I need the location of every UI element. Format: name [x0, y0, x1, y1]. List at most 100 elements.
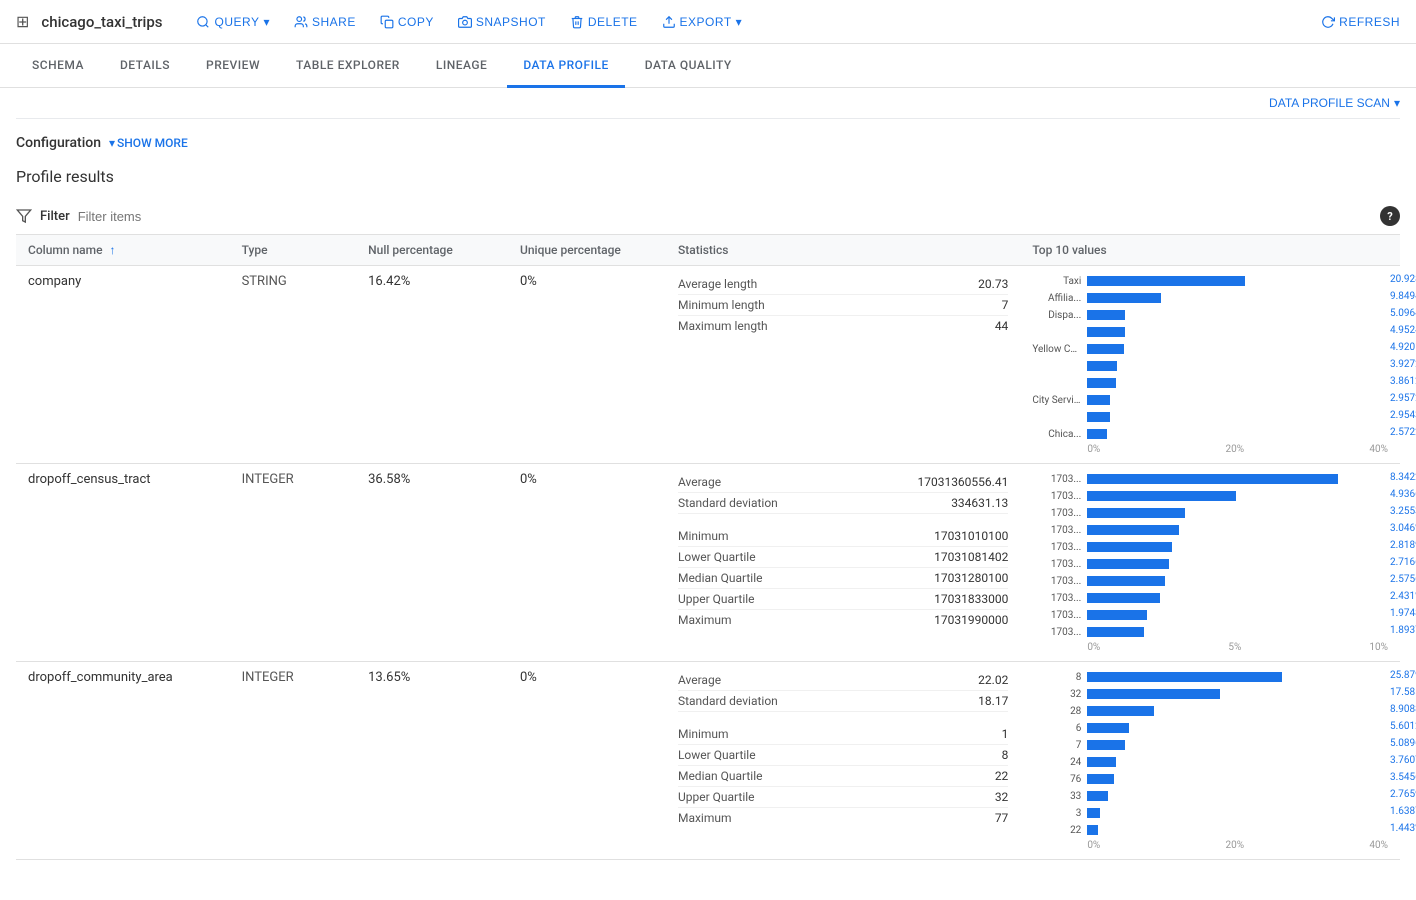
cell-type-company: STRING	[230, 266, 357, 464]
chart-bar-row: Affilia...9.8494%	[1032, 291, 1388, 305]
profile-results-title: Profile results	[16, 159, 1400, 198]
cell-unique-pct-dropoff_census_tract: 0%	[508, 464, 666, 662]
cell-column-name-dropoff_census_tract: dropoff_census_tract	[16, 464, 230, 662]
tab-data-quality[interactable]: DATA QUALITY	[629, 44, 748, 88]
chart-x-axis: 0%5%10%	[1032, 642, 1388, 653]
chart-bar-row: 1703...1.8937%	[1032, 625, 1388, 639]
export-dropdown-icon: ▾	[736, 15, 743, 29]
export-button[interactable]: EXPORT ▾	[652, 9, 753, 35]
filter-row: Filter ?	[16, 198, 1400, 235]
scan-row: DATA PROFILE SCAN ▾	[16, 88, 1400, 119]
cell-column-name-company: company	[16, 266, 230, 464]
stat-row: Median Quartile17031280100	[678, 568, 1008, 589]
cell-null-pct-dropoff_census_tract: 36.58%	[356, 464, 508, 662]
tab-data-profile[interactable]: DATA PROFILE	[507, 44, 624, 88]
bar-fill	[1087, 723, 1129, 733]
stat-row: Lower Quartile8	[678, 745, 1008, 766]
bar-chart: 825.8792%3217.585%288.9088%65.6012%75.08…	[1032, 670, 1388, 851]
bar-fill	[1087, 627, 1144, 637]
bar-fill	[1087, 491, 1236, 501]
bar-fill	[1087, 525, 1179, 535]
tab-lineage[interactable]: LINEAGE	[420, 44, 504, 88]
stat-row: Median Quartile22	[678, 766, 1008, 787]
data-table: Column name ↑ Type Null percentage Uniqu…	[16, 235, 1400, 860]
bar-fill	[1087, 672, 1282, 682]
stat-row: Upper Quartile32	[678, 787, 1008, 808]
chart-bar-row: 4.9524%	[1032, 325, 1388, 339]
nav-actions: QUERY ▾ SHARE COPY SNAPSHOT DELETE EXPOR…	[186, 9, 1313, 35]
tab-preview[interactable]: PREVIEW	[190, 44, 276, 88]
chart-bar-row: 825.8792%	[1032, 670, 1388, 684]
chart-bar-row: 3.9272%	[1032, 359, 1388, 373]
chart-bar-row: 1703...1.9748%	[1032, 608, 1388, 622]
cell-null-pct-dropoff_community_area: 13.65%	[356, 662, 508, 860]
cell-null-pct-company: 16.42%	[356, 266, 508, 464]
bar-fill	[1087, 757, 1115, 767]
bar-fill	[1087, 774, 1114, 784]
chart-bar-row: Yellow Cab4.9201%	[1032, 342, 1388, 356]
chart-bar-row: 288.9088%	[1032, 704, 1388, 718]
bar-fill	[1087, 542, 1172, 552]
top-nav: ⊞ chicago_taxi_trips QUERY ▾ SHARE COPY …	[0, 0, 1416, 44]
query-button[interactable]: QUERY ▾	[186, 9, 280, 35]
bar-fill	[1087, 378, 1116, 388]
chart-bar-row: 3217.585%	[1032, 687, 1388, 701]
stat-row: Minimum1	[678, 724, 1008, 745]
bar-fill	[1087, 293, 1161, 303]
bar-fill	[1087, 740, 1125, 750]
chart-bar-row: 1703...2.431%	[1032, 591, 1388, 605]
refresh-button[interactable]: REFRESH	[1321, 15, 1400, 29]
cell-column-name-dropoff_community_area: dropoff_community_area	[16, 662, 230, 860]
cell-stats-company: Average length20.73Minimum length7Maximu…	[666, 266, 1020, 464]
scan-dropdown-icon: ▾	[1394, 96, 1400, 110]
help-icon[interactable]: ?	[1380, 206, 1400, 226]
bar-fill	[1087, 576, 1165, 586]
chart-x-axis: 0%20%40%	[1032, 840, 1388, 851]
chart-bar-row: 65.6012%	[1032, 721, 1388, 735]
table-row: dropoff_census_tractINTEGER36.58%0%Avera…	[16, 464, 1400, 662]
cell-type-dropoff_census_tract: INTEGER	[230, 464, 357, 662]
bar-fill	[1087, 276, 1244, 286]
stat-row: Maximum length44	[678, 316, 1008, 336]
bar-fill	[1087, 825, 1098, 835]
filter-label: Filter	[40, 209, 70, 224]
configuration-section: Configuration ▾ SHOW MORE	[16, 119, 1400, 159]
stat-row: Average length20.73	[678, 274, 1008, 295]
chart-bar-row: 763.5456%	[1032, 772, 1388, 786]
stat-row: Lower Quartile17031081402	[678, 547, 1008, 568]
bar-chart: Taxi20.9281% Affilia...9.8494% Dispa...5.0…	[1032, 274, 1388, 455]
chart-bar-row: 1703...8.3422%	[1032, 472, 1388, 486]
table-icon: ⊞	[16, 12, 29, 31]
share-button[interactable]: SHARE	[284, 9, 366, 35]
bar-fill	[1087, 559, 1169, 569]
chart-bar-row: Dispa...5.0964%	[1032, 308, 1388, 322]
stat-row: Standard deviation18.17	[678, 691, 1008, 712]
show-more-button[interactable]: ▾ SHOW MORE	[109, 136, 188, 150]
tab-schema[interactable]: SCHEMA	[16, 44, 100, 88]
copy-button[interactable]: COPY	[370, 9, 444, 35]
cell-stats-dropoff_census_tract: Average17031360556.41Standard deviation3…	[666, 464, 1020, 662]
data-profile-scan-button[interactable]: DATA PROFILE SCAN ▾	[1269, 96, 1400, 110]
col-header-column-name[interactable]: Column name ↑	[16, 235, 230, 266]
snapshot-button[interactable]: SNAPSHOT	[448, 9, 556, 35]
tab-table-explorer[interactable]: TABLE EXPLORER	[280, 44, 416, 88]
chart-bar-row: 1703...4.9366%	[1032, 489, 1388, 503]
bar-fill	[1087, 361, 1116, 371]
chart-bar-row: 1703...2.5756%	[1032, 574, 1388, 588]
filter-input[interactable]	[78, 209, 1372, 224]
cell-top10-dropoff_community_area: 825.8792%3217.585%288.9088%65.6012%75.08…	[1020, 662, 1400, 860]
chart-x-axis: 0%20%40%	[1032, 444, 1388, 455]
chart-bar-row: Chica...2.5722%	[1032, 427, 1388, 441]
bar-fill	[1087, 395, 1109, 405]
delete-button[interactable]: DELETE	[560, 9, 648, 35]
tab-details[interactable]: DETAILS	[104, 44, 186, 88]
chart-bar-row: 2.9543%	[1032, 410, 1388, 424]
chart-bar-row: 31.6387%	[1032, 806, 1388, 820]
cell-unique-pct-dropoff_community_area: 0%	[508, 662, 666, 860]
bar-fill	[1087, 689, 1219, 699]
stat-row: Upper Quartile17031833000	[678, 589, 1008, 610]
stat-row: Maximum17031990000	[678, 610, 1008, 630]
bar-fill	[1087, 429, 1106, 439]
chart-bar-row: Taxi20.9281%	[1032, 274, 1388, 288]
chart-bar-row: 1703...2.7166%	[1032, 557, 1388, 571]
